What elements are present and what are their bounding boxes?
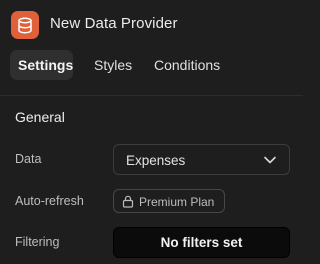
filtering-label: Filtering: [15, 235, 60, 249]
premium-plan-badge[interactable]: Premium Plan: [113, 189, 225, 213]
divider: [0, 95, 303, 96]
tab-conditions[interactable]: Conditions: [154, 50, 220, 80]
premium-plan-label: Premium Plan: [139, 195, 215, 209]
filters-button[interactable]: No filters set: [113, 227, 290, 258]
database-icon: [11, 11, 39, 39]
data-select[interactable]: Expenses: [113, 144, 290, 175]
data-label: Data: [15, 152, 42, 166]
lock-icon: [122, 195, 134, 208]
auto-refresh-label: Auto-refresh: [15, 194, 84, 208]
tab-bar: Settings Styles Conditions: [0, 48, 303, 96]
panel-header: New Data Provider: [0, 0, 303, 48]
chevron-down-icon: [264, 156, 276, 164]
section-title-general: General: [15, 109, 65, 125]
page-title: New Data Provider: [50, 15, 178, 32]
data-select-value: Expenses: [126, 153, 186, 168]
tab-styles[interactable]: Styles: [94, 50, 132, 80]
tab-settings[interactable]: Settings: [10, 50, 73, 80]
